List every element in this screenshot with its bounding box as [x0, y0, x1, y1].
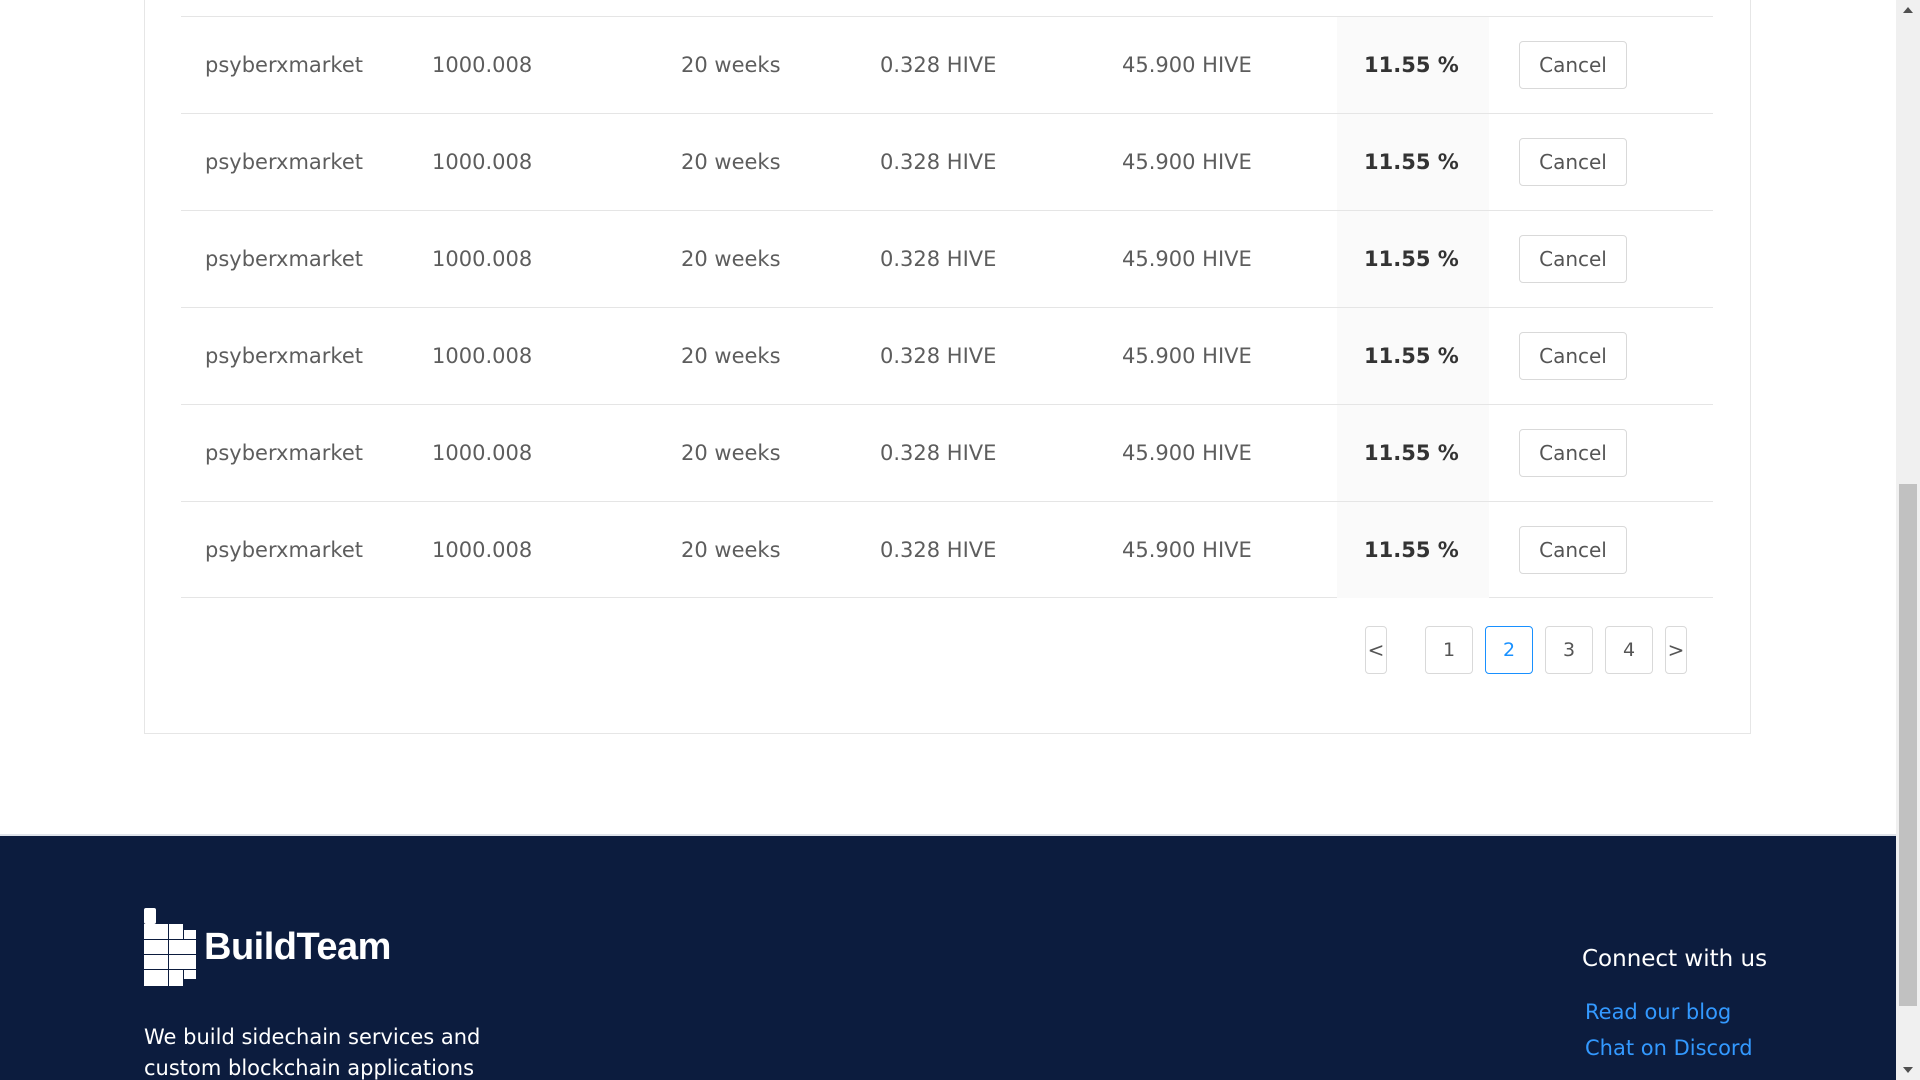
scrollbar-thumb[interactable] — [1899, 484, 1917, 1006]
cell-fee: 0.328 HIVE — [880, 538, 997, 562]
logo-text: BuildTeam — [204, 925, 391, 968]
cell-duration: 20 weeks — [681, 247, 781, 271]
table-row: psyberxmarket 1000.008 20 weeks 0.328 HI… — [181, 404, 1713, 501]
cancel-button[interactable]: Cancel — [1519, 138, 1627, 186]
cell-duration: 20 weeks — [681, 441, 781, 465]
cell-username: psyberxmarket — [205, 441, 363, 465]
connect-heading: Connect with us — [1582, 946, 1768, 972]
orders-table: psyberxmarket 1000.008 20 weeks 0.328 HI… — [181, 16, 1713, 598]
discord-link[interactable]: Chat on Discord — [1585, 1036, 1753, 1060]
site-footer: BuildTeam We build sidechain services an… — [0, 834, 1896, 1080]
cancel-button[interactable]: Cancel — [1519, 332, 1627, 380]
cell-duration: 20 weeks — [681, 344, 781, 368]
arrow-up-icon — [1903, 7, 1913, 13]
scroll-down-button[interactable] — [1896, 1060, 1920, 1080]
cell-duration: 20 weeks — [681, 150, 781, 174]
cell-username: psyberxmarket — [205, 247, 363, 271]
cell-rate: 11.55 % — [1337, 114, 1489, 210]
cell-duration: 20 weeks — [681, 538, 781, 562]
cell-amount: 1000.008 — [432, 247, 533, 271]
chevron-right-icon: > — [1667, 638, 1685, 662]
cell-amount: 1000.008 — [432, 538, 533, 562]
cell-rate: 11.55 % — [1337, 405, 1489, 501]
cell-total: 45.900 HIVE — [1122, 538, 1252, 562]
cell-total: 45.900 HIVE — [1122, 53, 1252, 77]
cell-username: psyberxmarket — [205, 150, 363, 174]
cell-fee: 0.328 HIVE — [880, 344, 997, 368]
cell-rate: 11.55 % — [1337, 211, 1489, 307]
cell-amount: 1000.008 — [432, 344, 533, 368]
cell-total: 45.900 HIVE — [1122, 344, 1252, 368]
cell-total: 45.900 HIVE — [1122, 441, 1252, 465]
cancel-button[interactable]: Cancel — [1519, 526, 1627, 574]
cell-fee: 0.328 HIVE — [880, 247, 997, 271]
cell-rate: 11.55 % — [1337, 502, 1489, 598]
cell-fee: 0.328 HIVE — [880, 53, 997, 77]
chevron-left-icon: < — [1367, 638, 1385, 662]
cancel-button[interactable]: Cancel — [1519, 235, 1627, 283]
vertical-scrollbar[interactable] — [1896, 0, 1920, 1080]
table-row: psyberxmarket 1000.008 20 weeks 0.328 HI… — [181, 16, 1713, 113]
pagination-page-2[interactable]: 2 — [1485, 626, 1533, 674]
table-row: psyberxmarket 1000.008 20 weeks 0.328 HI… — [181, 307, 1713, 404]
cell-amount: 1000.008 — [432, 150, 533, 174]
pagination-next-button[interactable]: > — [1665, 626, 1687, 674]
cell-total: 45.900 HIVE — [1122, 150, 1252, 174]
pagination-page-3[interactable]: 3 — [1545, 626, 1593, 674]
pagination-prev-button[interactable]: < — [1365, 626, 1387, 674]
cell-fee: 0.328 HIVE — [880, 441, 997, 465]
page-viewport: psyberxmarket 1000.008 20 weeks 0.328 HI… — [0, 0, 1896, 1080]
cell-username: psyberxmarket — [205, 53, 363, 77]
cancel-button[interactable]: Cancel — [1519, 429, 1627, 477]
cancel-button[interactable]: Cancel — [1519, 41, 1627, 89]
footer-tagline: We build sidechain services and custom b… — [144, 1025, 481, 1080]
table-row: psyberxmarket 1000.008 20 weeks 0.328 HI… — [181, 113, 1713, 210]
cell-username: psyberxmarket — [205, 344, 363, 368]
buildteam-logo[interactable]: BuildTeam — [144, 908, 391, 986]
cell-rate: 11.55 % — [1337, 308, 1489, 404]
cell-amount: 1000.008 — [432, 441, 533, 465]
cell-duration: 20 weeks — [681, 53, 781, 77]
buildteam-logo-icon — [144, 908, 196, 986]
arrow-down-icon — [1903, 1067, 1913, 1073]
cell-amount: 1000.008 — [432, 53, 533, 77]
pagination-page-1[interactable]: 1 — [1425, 626, 1473, 674]
table-row: psyberxmarket 1000.008 20 weeks 0.328 HI… — [181, 210, 1713, 307]
cell-rate: 11.55 % — [1337, 17, 1489, 113]
cell-fee: 0.328 HIVE — [880, 150, 997, 174]
cell-total: 45.900 HIVE — [1122, 247, 1252, 271]
scroll-up-button[interactable] — [1896, 0, 1920, 20]
table-row: psyberxmarket 1000.008 20 weeks 0.328 HI… — [181, 501, 1713, 598]
pagination-page-4[interactable]: 4 — [1605, 626, 1653, 674]
read-blog-link[interactable]: Read our blog — [1585, 1000, 1731, 1024]
cell-username: psyberxmarket — [205, 538, 363, 562]
